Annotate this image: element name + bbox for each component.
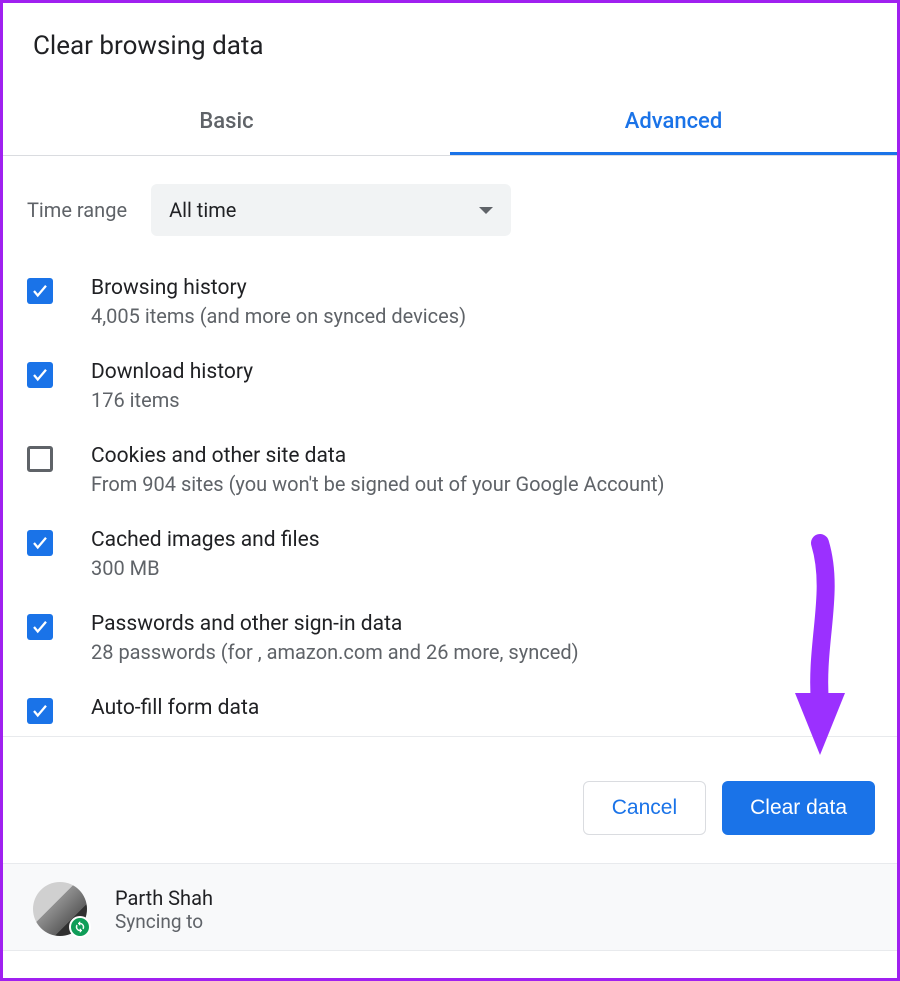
account-status: Syncing to — [115, 910, 213, 933]
item-subtitle: 300 MB — [91, 556, 873, 580]
item-title: Browsing history — [91, 276, 873, 300]
cancel-button[interactable]: Cancel — [583, 781, 706, 835]
chevron-down-icon — [479, 207, 493, 214]
sync-icon — [69, 916, 91, 938]
item-subtitle: From 904 sites (you won't be signed out … — [91, 472, 873, 496]
avatar-wrap — [33, 882, 87, 936]
item-title: Cookies and other site data — [91, 444, 873, 468]
account-name: Parth Shah — [115, 886, 213, 910]
tab-basic[interactable]: Basic — [3, 93, 450, 155]
account-row: Parth Shah Syncing to — [3, 863, 897, 951]
item-subtitle: 4,005 items (and more on synced devices) — [91, 304, 873, 328]
dialog-title: Clear browsing data — [3, 3, 897, 61]
clear-data-button[interactable]: Clear data — [722, 781, 875, 835]
time-range-select[interactable]: All time — [151, 184, 511, 236]
item-list: Browsing history 4,005 items (and more on… — [3, 260, 897, 740]
checkbox[interactable] — [27, 362, 53, 388]
tab-advanced[interactable]: Advanced — [450, 93, 897, 155]
item-text: Passwords and other sign-in data 28 passw… — [91, 612, 873, 664]
checkbox[interactable] — [27, 530, 53, 556]
button-row: Cancel Clear data — [3, 737, 897, 863]
list-item: Auto-fill form data — [27, 680, 873, 740]
item-subtitle: 28 passwords (for , amazon.com and 26 mo… — [91, 640, 873, 664]
item-text: Cached images and files 300 MB — [91, 528, 873, 580]
account-text: Parth Shah Syncing to — [115, 886, 213, 933]
item-title: Cached images and files — [91, 528, 873, 552]
list-item: Passwords and other sign-in data 28 passw… — [27, 596, 873, 680]
item-text: Browsing history 4,005 items (and more on… — [91, 276, 873, 328]
checkbox[interactable] — [27, 698, 53, 724]
list-item: Cookies and other site data From 904 site… — [27, 428, 873, 512]
item-subtitle: 176 items — [91, 388, 873, 412]
item-title: Download history — [91, 360, 873, 384]
time-range-row: Time range All time — [3, 156, 897, 260]
tabs: Basic Advanced — [3, 93, 897, 156]
item-title: Auto-fill form data — [91, 696, 873, 720]
checkbox[interactable] — [27, 278, 53, 304]
item-title: Passwords and other sign-in data — [91, 612, 873, 636]
time-range-label: Time range — [27, 198, 127, 222]
checkbox[interactable] — [27, 446, 53, 472]
item-text: Download history 176 items — [91, 360, 873, 412]
list-item: Browsing history 4,005 items (and more on… — [27, 260, 873, 344]
item-text: Auto-fill form data — [91, 696, 873, 724]
list-item: Download history 176 items — [27, 344, 873, 428]
item-text: Cookies and other site data From 904 site… — [91, 444, 873, 496]
time-range-value: All time — [169, 198, 236, 222]
checkbox[interactable] — [27, 614, 53, 640]
list-item: Cached images and files 300 MB — [27, 512, 873, 596]
